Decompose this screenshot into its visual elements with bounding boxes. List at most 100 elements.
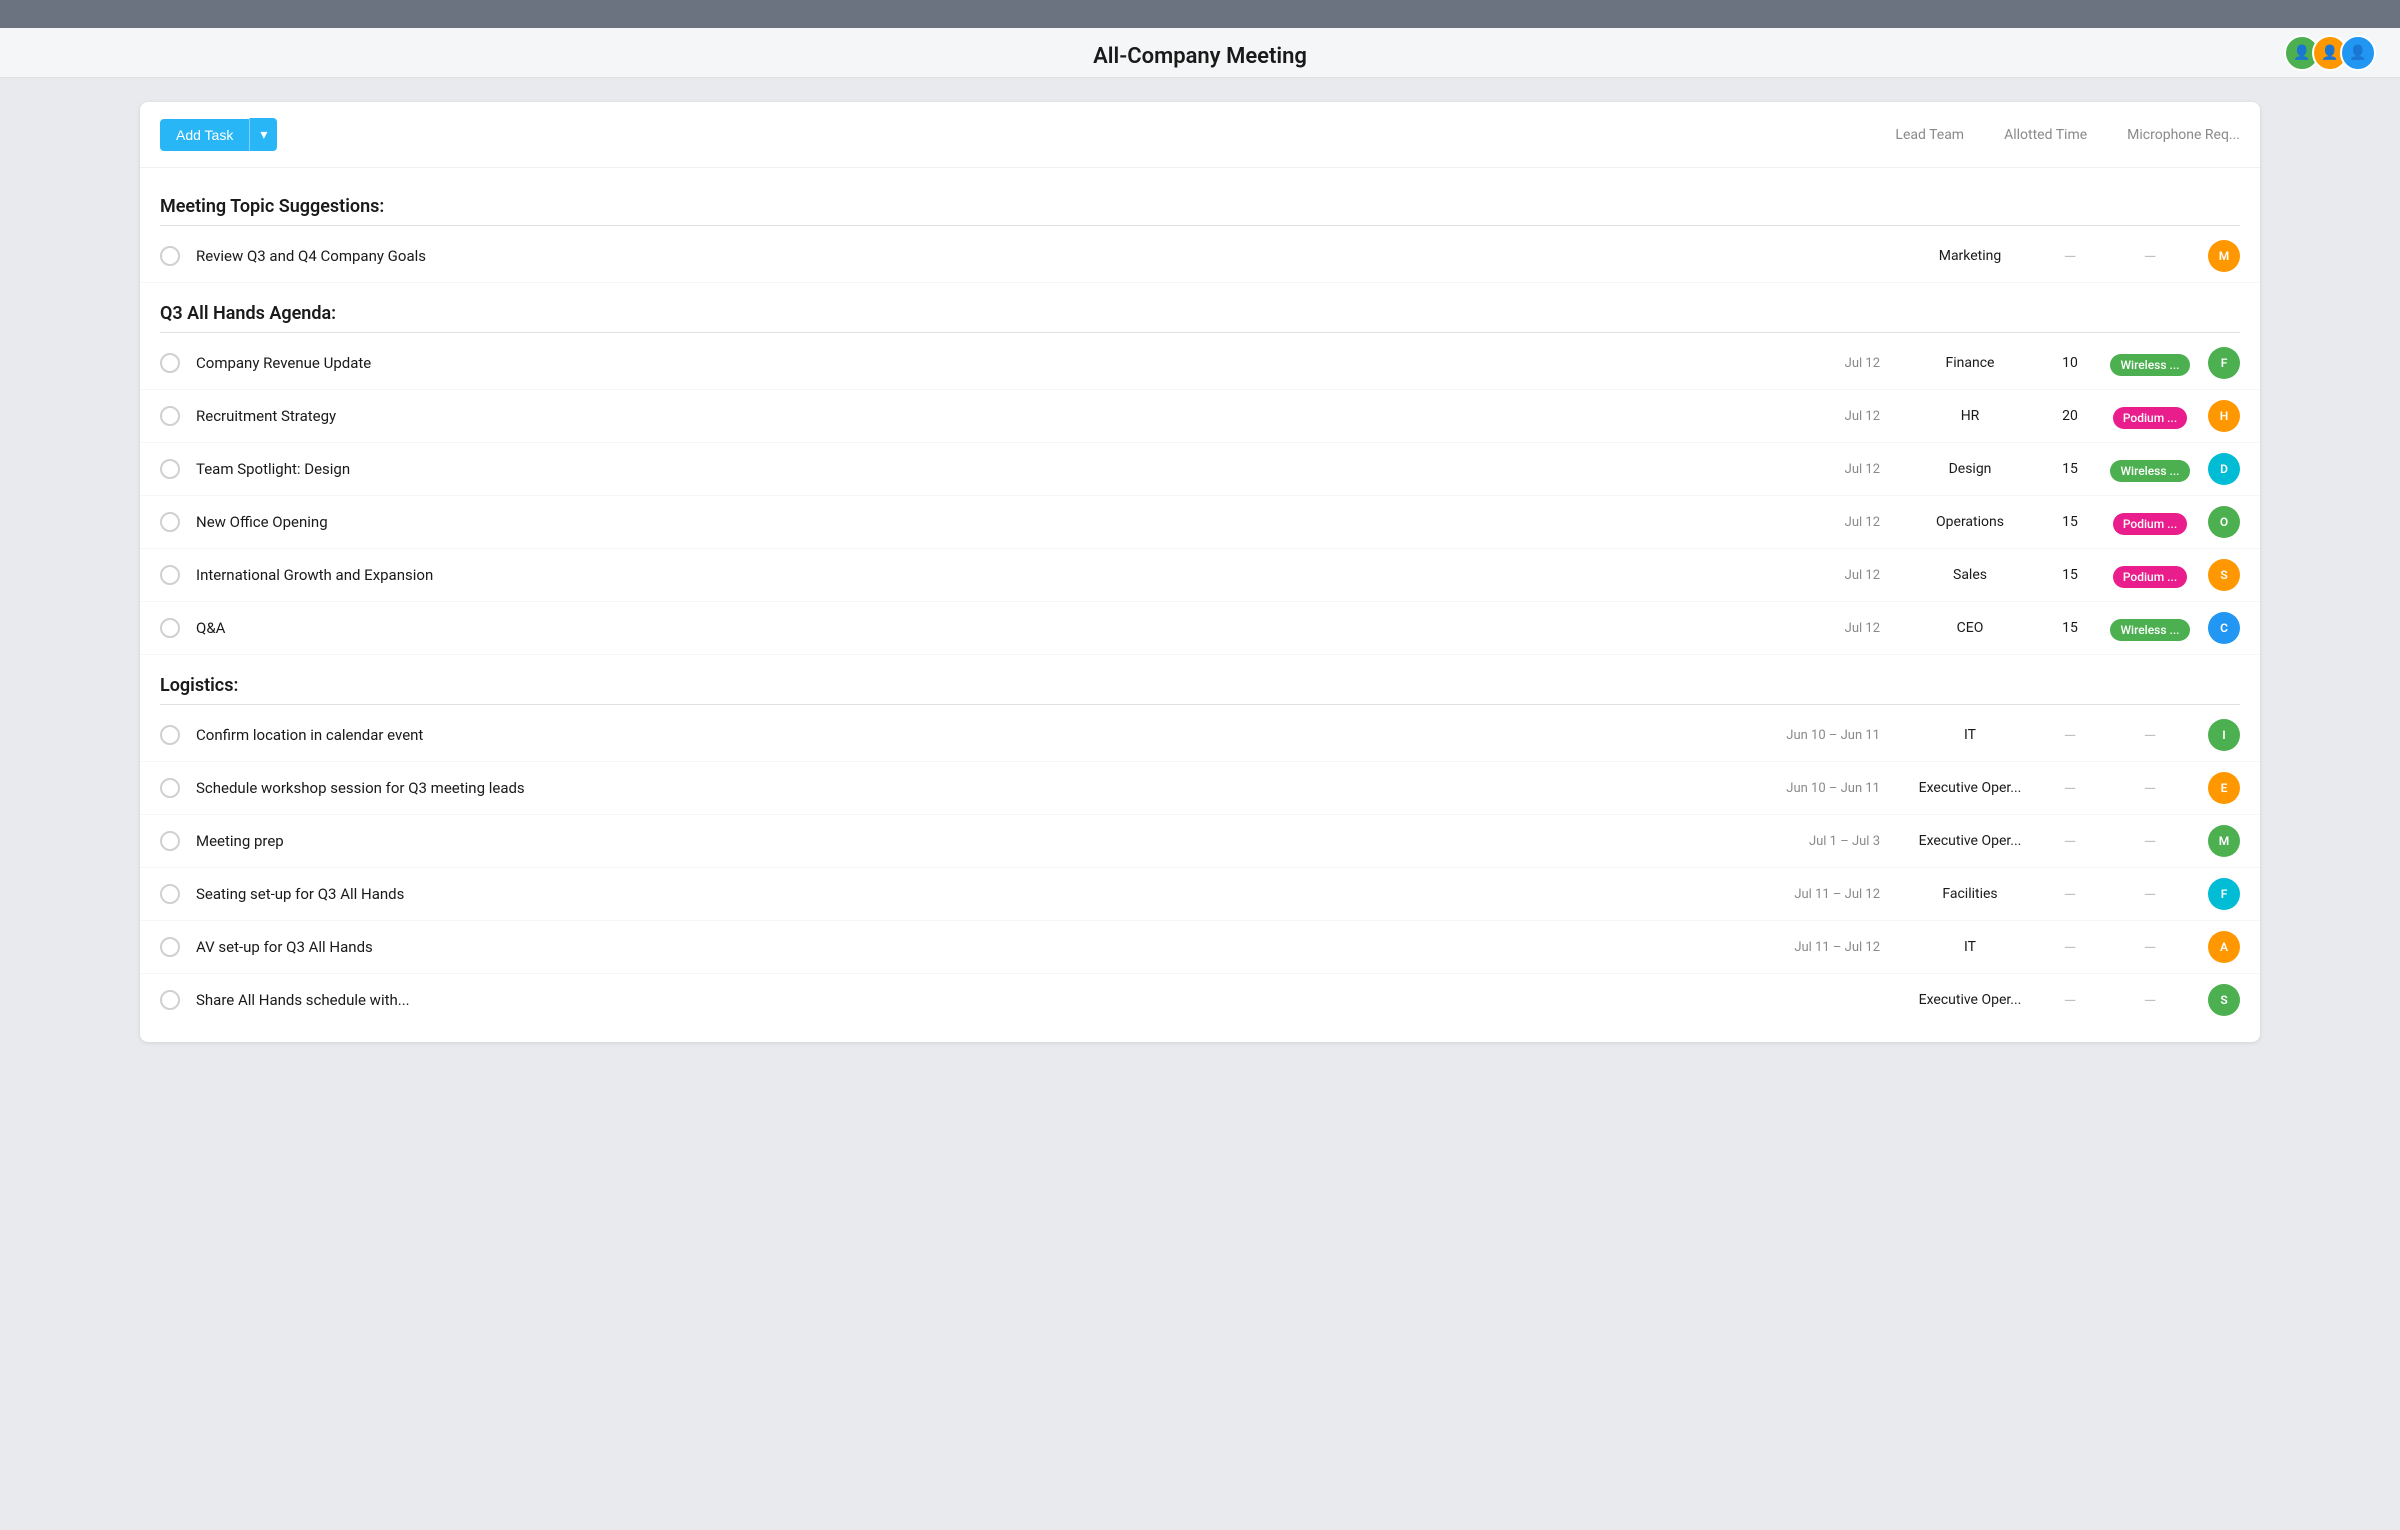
task-mic: —: [2100, 779, 2200, 798]
avatar[interactable]: S: [2208, 559, 2240, 591]
table-row: Seating set-up for Q3 All HandsJul 11 – …: [140, 868, 2260, 921]
task-checkbox[interactable]: [160, 459, 180, 479]
section-divider-0: [160, 225, 2240, 226]
table-row: AV set-up for Q3 All HandsJul 11 – Jul 1…: [140, 921, 2260, 974]
section-header-1: Q3 All Hands Agenda:: [140, 283, 2260, 332]
task-date: Jun 10 – Jun 11: [1760, 728, 1880, 743]
mic-badge: Wireless ...: [2110, 354, 2189, 376]
task-board: Add Task ▾ Lead Team Allotted Time Micro…: [140, 102, 2260, 1042]
task-time: —: [2040, 726, 2100, 745]
task-team: Facilities: [1900, 886, 2040, 902]
task-date: Jul 12: [1760, 621, 1880, 636]
task-team: CEO: [1900, 620, 2040, 636]
task-mic: —: [2100, 991, 2200, 1010]
avatar[interactable]: E: [2208, 772, 2240, 804]
task-checkbox[interactable]: [160, 406, 180, 426]
task-checkbox[interactable]: [160, 990, 180, 1010]
table-row: Confirm location in calendar eventJun 10…: [140, 709, 2260, 762]
task-time: —: [2040, 938, 2100, 957]
col-header-allotted-time[interactable]: Allotted Time: [2004, 127, 2087, 143]
task-team: Design: [1900, 461, 2040, 477]
task-team: Sales: [1900, 567, 2040, 583]
table-row: Meeting prepJul 1 – Jul 3Executive Oper.…: [140, 815, 2260, 868]
section-divider-2: [160, 704, 2240, 705]
toolbar-right: Lead Team Allotted Time Microphone Req..…: [1895, 127, 2240, 143]
task-date: Jul 12: [1760, 462, 1880, 477]
task-checkbox[interactable]: [160, 618, 180, 638]
task-name: Company Revenue Update: [196, 354, 1760, 372]
avatar[interactable]: I: [2208, 719, 2240, 751]
table-row: Company Revenue UpdateJul 12Finance10Wir…: [140, 337, 2260, 390]
task-checkbox[interactable]: [160, 512, 180, 532]
table-row: New Office OpeningJul 12Operations15Podi…: [140, 496, 2260, 549]
table-row: Schedule workshop session for Q3 meeting…: [140, 762, 2260, 815]
task-time: 10: [2040, 355, 2100, 371]
task-mic: Podium ...: [2100, 513, 2200, 532]
task-time: 15: [2040, 567, 2100, 583]
task-name: Team Spotlight: Design: [196, 460, 1760, 478]
task-checkbox[interactable]: [160, 725, 180, 745]
task-checkbox[interactable]: [160, 831, 180, 851]
avatar[interactable]: C: [2208, 612, 2240, 644]
task-checkbox[interactable]: [160, 778, 180, 798]
task-name: New Office Opening: [196, 513, 1760, 531]
avatar[interactable]: O: [2208, 506, 2240, 538]
toolbar-left: Add Task ▾: [160, 118, 277, 151]
task-avatar: C: [2200, 612, 2240, 644]
page-header: All-Company Meeting 👤 👤 👤: [0, 28, 2400, 78]
task-avatar: H: [2200, 400, 2240, 432]
task-name: Recruitment Strategy: [196, 407, 1760, 425]
task-checkbox[interactable]: [160, 884, 180, 904]
task-time: —: [2040, 885, 2100, 904]
task-time: 15: [2040, 620, 2100, 636]
section-header-0: Meeting Topic Suggestions:: [140, 176, 2260, 225]
task-avatar: M: [2200, 240, 2240, 272]
task-avatar: A: [2200, 931, 2240, 963]
avatar[interactable]: A: [2208, 931, 2240, 963]
task-name: AV set-up for Q3 All Hands: [196, 938, 1760, 956]
task-name: Q&A: [196, 619, 1760, 637]
col-header-lead-team[interactable]: Lead Team: [1895, 127, 1964, 143]
avatar[interactable]: D: [2208, 453, 2240, 485]
col-header-microphone-req[interactable]: Microphone Req...: [2127, 127, 2240, 143]
avatar[interactable]: S: [2208, 984, 2240, 1016]
task-checkbox[interactable]: [160, 565, 180, 585]
task-name: Review Q3 and Q4 Company Goals: [196, 247, 1760, 265]
task-avatar: E: [2200, 772, 2240, 804]
table-row: Recruitment StrategyJul 12HR20Podium ...…: [140, 390, 2260, 443]
section-title-1: Q3 All Hands Agenda:: [160, 303, 2240, 324]
mic-badge: Wireless ...: [2110, 460, 2189, 482]
table-row: Share All Hands schedule with...Executiv…: [140, 974, 2260, 1026]
task-checkbox[interactable]: [160, 937, 180, 957]
task-date: Jul 12: [1760, 356, 1880, 371]
mic-badge: Podium ...: [2113, 513, 2187, 535]
task-mic: Podium ...: [2100, 566, 2200, 585]
task-mic: —: [2100, 726, 2200, 745]
task-avatar: M: [2200, 825, 2240, 857]
avatar[interactable]: F: [2208, 347, 2240, 379]
task-checkbox[interactable]: [160, 246, 180, 266]
avatar[interactable]: M: [2208, 240, 2240, 272]
task-checkbox[interactable]: [160, 353, 180, 373]
task-name: Seating set-up for Q3 All Hands: [196, 885, 1760, 903]
task-name: Schedule workshop session for Q3 meeting…: [196, 779, 1760, 797]
task-name: Share All Hands schedule with...: [196, 991, 1760, 1009]
main-content: Add Task ▾ Lead Team Allotted Time Micro…: [0, 78, 2400, 1066]
avatar[interactable]: M: [2208, 825, 2240, 857]
avatar-3[interactable]: 👤: [2340, 35, 2376, 71]
task-mic: —: [2100, 247, 2200, 266]
section-divider-1: [160, 332, 2240, 333]
avatar[interactable]: H: [2208, 400, 2240, 432]
task-time: —: [2040, 832, 2100, 851]
task-time: —: [2040, 991, 2100, 1010]
task-team: Operations: [1900, 514, 2040, 530]
task-avatar: F: [2200, 347, 2240, 379]
add-task-button[interactable]: Add Task: [160, 119, 249, 151]
task-time: 15: [2040, 461, 2100, 477]
task-mic: Wireless ...: [2100, 354, 2200, 373]
avatar[interactable]: F: [2208, 878, 2240, 910]
task-team: Marketing: [1900, 248, 2040, 264]
task-avatar: F: [2200, 878, 2240, 910]
task-date: Jul 11 – Jul 12: [1760, 940, 1880, 955]
add-task-dropdown-button[interactable]: ▾: [249, 118, 277, 151]
